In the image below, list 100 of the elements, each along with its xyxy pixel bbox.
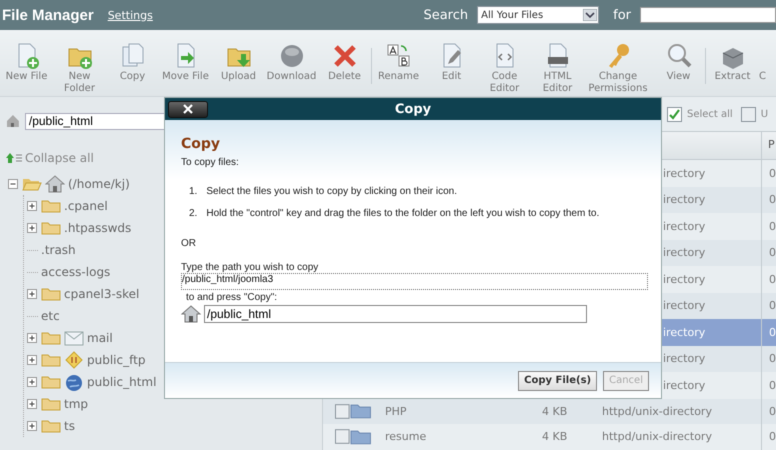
toolbar-button[interactable]: New Folder [53,42,106,95]
tree-item[interactable]: (/home/kj) [68,177,130,191]
table-cell-text: httpd/unix-directory [601,404,713,418]
source-path: /public_html/joomla3 [181,273,648,290]
folder-icon [41,375,61,389]
toolbar-button[interactable]: Change Permissions [584,42,652,95]
folder-icon [41,419,61,433]
tree-item[interactable]: .trash [41,243,76,257]
folder-icon [350,428,371,445]
toolbar-button[interactable]: Extract [706,42,759,83]
cancel-button[interactable]: Cancel [603,370,649,390]
folder-icon [41,199,61,213]
checkbox[interactable] [740,106,756,122]
path-prompt: Type the path you wish to copy [181,262,320,273]
house-icon [45,175,65,193]
expand-toggle-icon[interactable] [27,222,38,234]
select-all-label[interactable]: Select all [687,108,733,120]
tree-item[interactable]: etc [41,309,60,323]
column-header: P [761,132,776,159]
expand-toggle-icon[interactable] [27,288,38,300]
open-folder-icon [22,177,42,191]
expand-toggle-icon[interactable] [27,376,38,388]
home-icon [6,114,20,128]
toolbar-button[interactable]: Copy [106,42,159,83]
expand-toggle-icon[interactable] [27,354,38,366]
dialog-title: Copy [394,102,432,116]
collapse-all-link[interactable]: Collapse all [25,151,94,165]
table-cell-text: irectory [663,326,706,339]
copy-button[interactable]: Copy File(s) [518,370,598,390]
tree-item[interactable]: .cpanel [64,199,108,213]
expand-toggle-icon[interactable] [27,200,38,212]
expand-toggle-icon[interactable] [27,398,38,410]
table-cell-text: irectory [663,193,706,206]
intro-text: To copy files: [181,157,240,168]
folder-icon [41,331,61,345]
step-text: Hold the "control" key and drag the files to the folder on the left you wish to copy them to. [206,207,600,221]
envelope-icon [64,329,84,347]
table-cell-text: irectory [663,352,706,366]
settings-link[interactable]: Settings [108,8,153,22]
unselect-all-label[interactable]: U [760,108,768,120]
table-cell-text: irectory [663,378,706,392]
table-cell-text: irectory [663,220,706,233]
for-label: for [613,8,631,22]
step-number: 1. [189,185,198,199]
tree-item[interactable]: cpanel3-skel [64,287,140,301]
table-cell-text: PHP [384,404,408,418]
toolbar-button[interactable]: Code Editor [478,42,531,95]
close-button[interactable] [168,100,208,118]
globe-icon [64,373,84,391]
folder-icon [41,353,61,367]
tree-item[interactable]: mail [87,331,113,345]
dropdown-caret-icon [583,9,598,21]
tree-item[interactable]: tmp [64,397,88,411]
search-field[interactable] [640,7,776,23]
tree-item[interactable]: .htpasswds [64,221,132,235]
table-cell-text: irectory [663,272,706,286]
expand-toggle-icon[interactable] [27,420,38,432]
step-text: Select the files you wish to copy by clicking on their icon. [206,185,458,199]
diamond-icon [64,351,84,369]
close-icon [183,104,193,114]
folder-icon [41,397,61,411]
expand-toggle-icon[interactable] [27,332,38,344]
table-row[interactable]: PHP 4 KB httpd/unix-directory 0 [323,398,776,424]
house-icon [181,305,201,323]
toolbar-button[interactable]: Move File [159,42,212,83]
toolbar-button[interactable]: New File [0,42,53,83]
tree-item[interactable]: ts [64,419,75,433]
toolbar-button[interactable]: HTML Editor [531,42,584,95]
tree-item[interactable]: access-logs [41,265,110,279]
scope-dropdown[interactable]: All Your Files [477,6,600,24]
dialog-heading: Copy [181,136,222,152]
collapse-icon [6,152,22,164]
toolbar-button[interactable]: Edit [425,42,478,83]
folder-icon [350,403,371,420]
table-cell-text: 4 KB [541,430,568,444]
tree-item[interactable]: public_ftp [87,353,146,367]
step-number: 2. [189,207,198,221]
checkbox[interactable] [335,429,350,444]
table-cell-text: resume [384,430,428,444]
collapse-toggle-icon[interactable] [8,178,19,190]
table-cell-text: httpd/unix-directory [601,430,713,444]
tree-item[interactable]: public_html [87,375,156,389]
checkbox[interactable] [335,404,350,419]
table-cell-text: irectory [663,246,706,260]
toolbar-button[interactable]: Download [265,42,318,83]
table-cell: 0 [761,424,776,450]
checkbox[interactable] [667,106,682,122]
toolbar-button[interactable]: Rename [372,42,425,83]
table-cell-text: irectory [663,166,706,180]
or-text: OR [181,238,197,249]
toolbar-button[interactable]: Delete [318,42,371,83]
toolbar-button[interactable]: C [759,42,773,83]
table-cell-text: 4 KB [541,404,568,418]
toolbar-button[interactable]: View [652,42,705,83]
search-label: Search [423,8,468,22]
toolbar-button[interactable]: Upload [212,42,265,83]
table-cell-text: irectory [663,299,706,312]
destination-field[interactable]: /public_html [204,305,587,323]
destination-prompt: to and press "Copy": [186,292,278,303]
app-title: File Manager [2,6,94,24]
